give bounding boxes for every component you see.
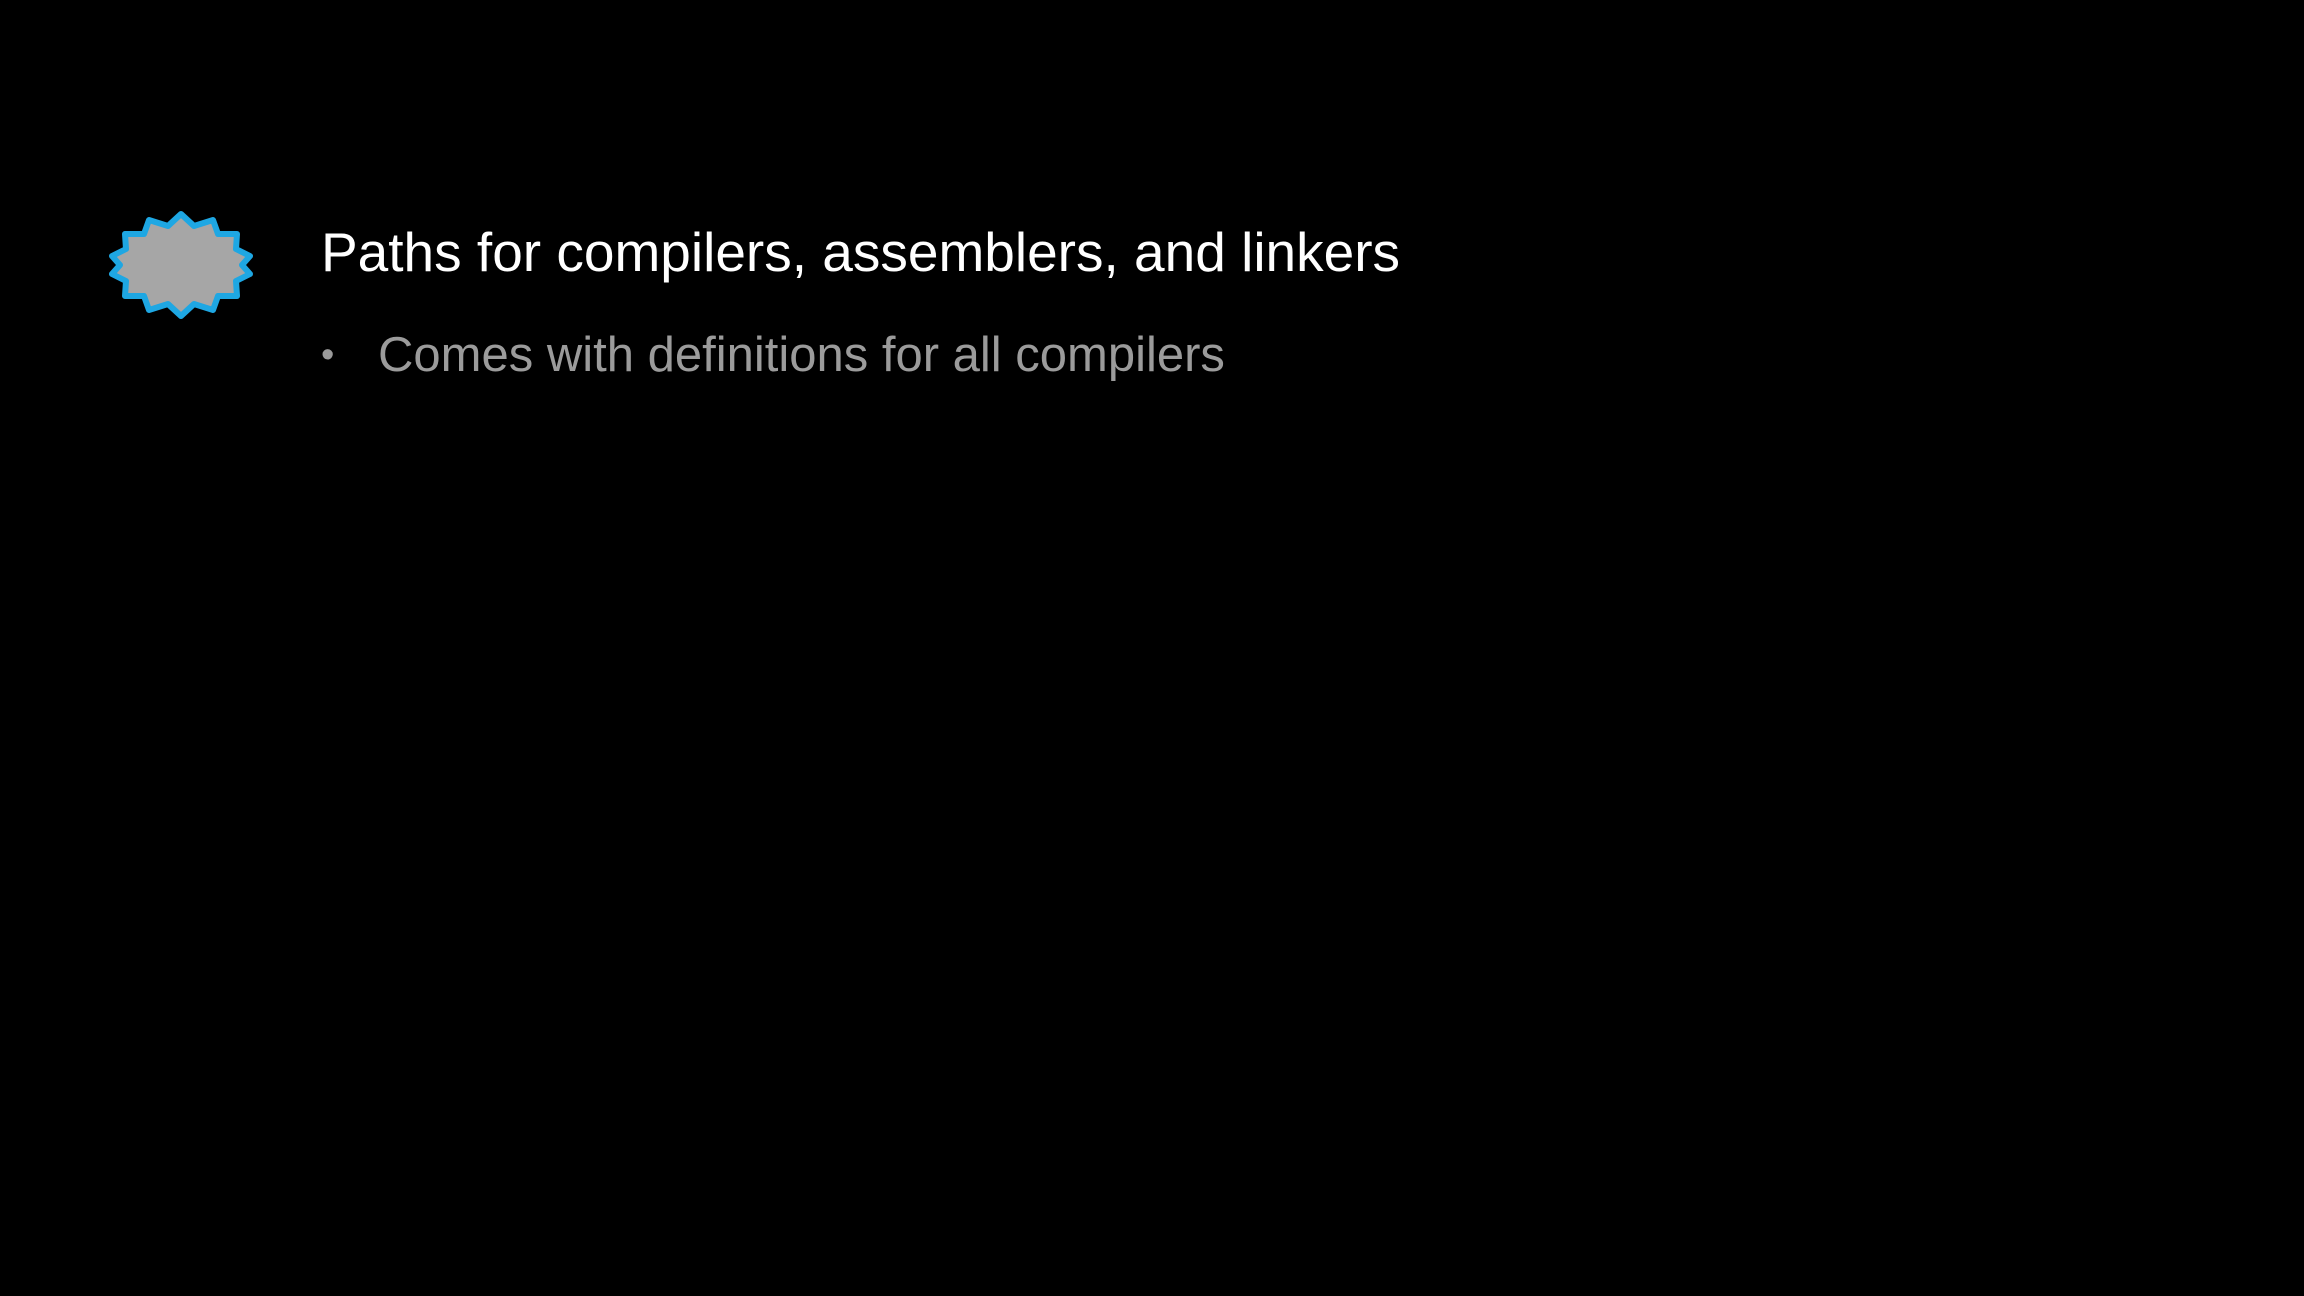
starburst-badge-icon: [108, 210, 254, 320]
bullet-text: Comes with definitions for all compilers: [378, 328, 1225, 382]
bullet-marker: •: [321, 334, 335, 376]
slide: Paths for compilers, assemblers, and lin…: [0, 0, 2304, 1296]
slide-heading: Paths for compilers, assemblers, and lin…: [321, 221, 1401, 283]
